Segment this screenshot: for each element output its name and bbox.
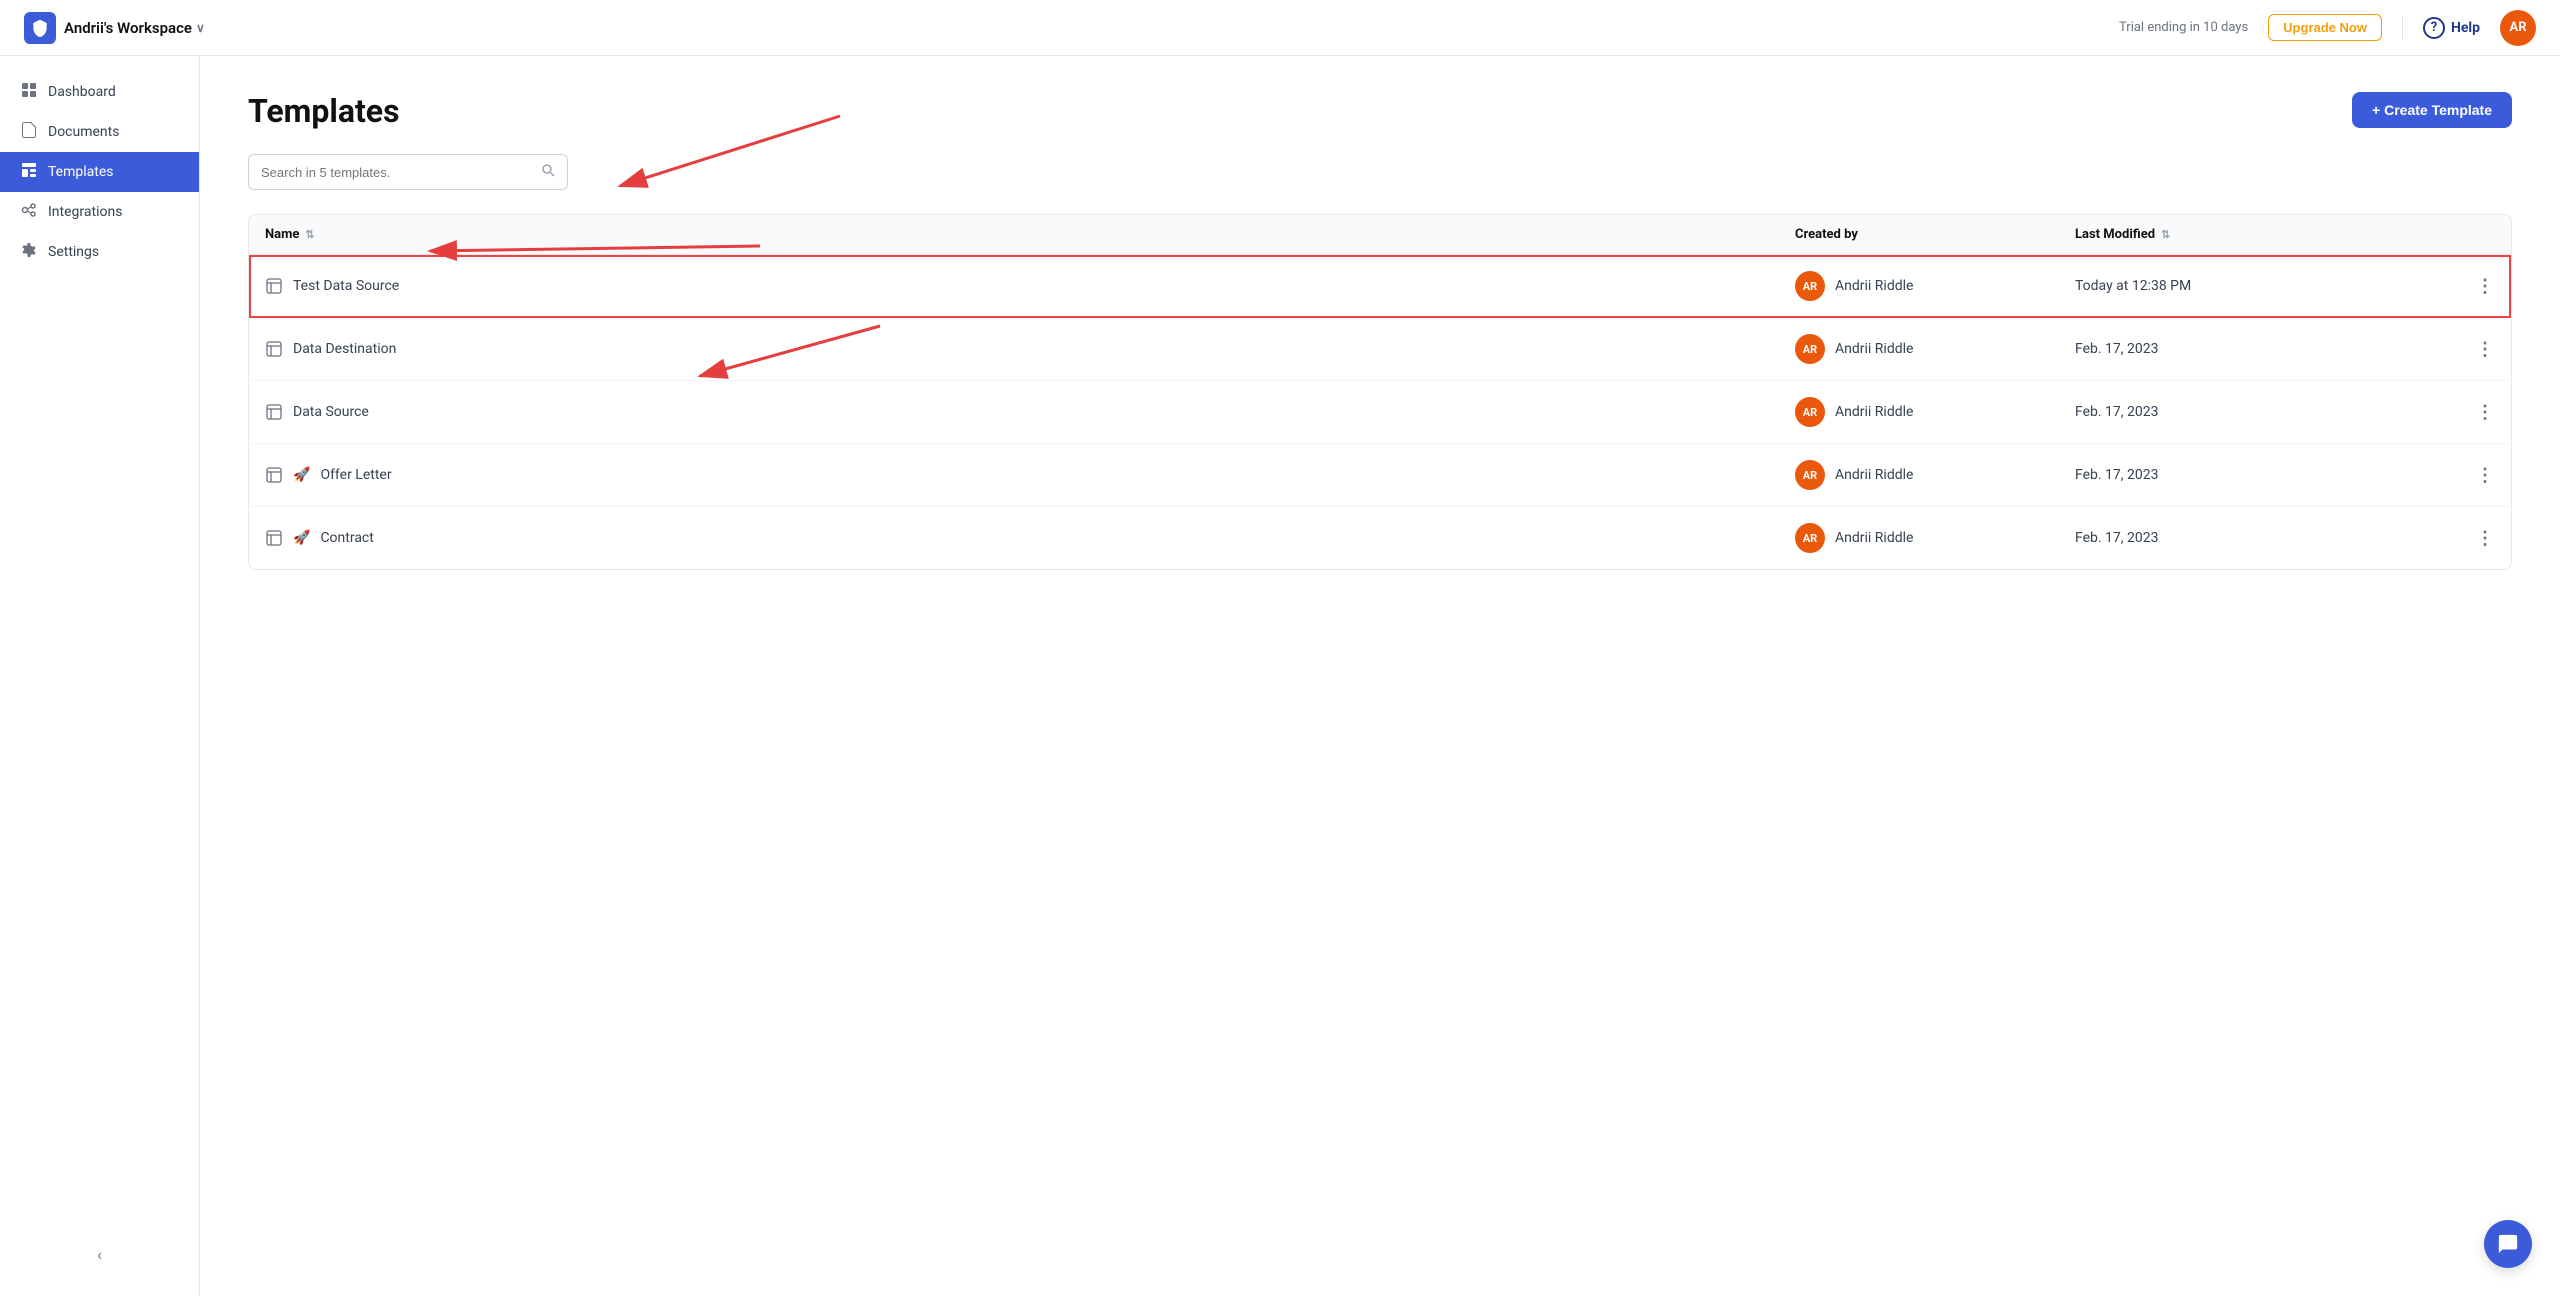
creator-name: Andrii Riddle [1835, 404, 1913, 420]
row-name-text: Contract [320, 530, 373, 546]
name-sort-icon[interactable]: ⇅ [305, 228, 314, 241]
table-row[interactable]: Test Data Source AR Andrii Riddle Today … [249, 255, 2511, 318]
row-creator: AR Andrii Riddle [1795, 397, 2075, 427]
search-icon [541, 163, 555, 181]
workspace-label: Andrii's Workspace [64, 19, 192, 37]
row-modified: Feb. 17, 2023 [2075, 404, 2455, 420]
sidebar-label-templates: Templates [48, 164, 114, 180]
row-creator: AR Andrii Riddle [1795, 523, 2075, 553]
row-modified: Feb. 17, 2023 [2075, 530, 2455, 546]
help-icon: ? [2423, 17, 2445, 39]
row-modified: Feb. 17, 2023 [2075, 467, 2455, 483]
trial-text: Trial ending in 10 days [2119, 20, 2248, 35]
sidebar-item-dashboard[interactable]: Dashboard [0, 72, 199, 112]
brand-logo[interactable] [24, 12, 56, 44]
navbar: Andrii's Workspace ∨ Trial ending in 10 … [0, 0, 2560, 56]
table-body: Test Data Source AR Andrii Riddle Today … [248, 255, 2512, 570]
row-name: Data Destination [265, 340, 1795, 358]
help-label: Help [2451, 20, 2480, 36]
sidebar-item-templates[interactable]: Templates [0, 152, 199, 192]
upgrade-button[interactable]: Upgrade Now [2268, 14, 2382, 41]
documents-icon [20, 122, 38, 142]
column-name: Name ⇅ [265, 227, 1795, 242]
dashboard-icon [20, 82, 38, 102]
creator-name: Andrii Riddle [1835, 341, 1913, 357]
creator-avatar: AR [1795, 397, 1825, 427]
sidebar-label-settings: Settings [48, 244, 99, 260]
row-emoji: 🚀 [293, 467, 310, 483]
search-container [248, 154, 568, 190]
app-layout: Dashboard Documents Templates Integratio… [0, 56, 2560, 1296]
row-emoji: 🚀 [293, 530, 310, 546]
table-row[interactable]: Data Source AR Andrii Riddle Feb. 17, 20… [249, 381, 2511, 444]
navbar-right: Trial ending in 10 days Upgrade Now ? He… [2119, 10, 2536, 46]
templates-table: Name ⇅ Created by Last Modified ⇅ Test D… [248, 214, 2512, 570]
table-row[interactable]: Data Destination AR Andrii Riddle Feb. 1… [249, 318, 2511, 381]
creator-avatar: AR [1795, 523, 1825, 553]
page-title: Templates [248, 92, 400, 130]
navbar-left: Andrii's Workspace ∨ [24, 12, 205, 44]
creator-name: Andrii Riddle [1835, 467, 1913, 483]
row-name-text: Data Source [293, 404, 369, 420]
sidebar-label-integrations: Integrations [48, 204, 122, 220]
template-row-icon [265, 277, 283, 295]
settings-icon [20, 242, 38, 262]
table-header: Name ⇅ Created by Last Modified ⇅ [248, 214, 2512, 255]
column-actions [2455, 227, 2495, 242]
table-row[interactable]: 🚀 Contract AR Andrii Riddle Feb. 17, 202… [249, 507, 2511, 569]
main-content: Templates + Create Template Name ⇅ Creat… [200, 56, 2560, 1296]
row-creator: AR Andrii Riddle [1795, 334, 2075, 364]
workspace-selector[interactable]: Andrii's Workspace ∨ [64, 19, 205, 37]
workspace-chevron: ∨ [196, 21, 205, 35]
row-menu-button[interactable]: ⋮ [2455, 402, 2495, 423]
template-row-icon [265, 403, 283, 421]
search-input[interactable] [261, 165, 537, 180]
sidebar: Dashboard Documents Templates Integratio… [0, 56, 200, 1296]
row-creator: AR Andrii Riddle [1795, 460, 2075, 490]
user-avatar[interactable]: AR [2500, 10, 2536, 46]
sidebar-label-dashboard: Dashboard [48, 84, 116, 100]
sidebar-item-integrations[interactable]: Integrations [0, 192, 199, 232]
creator-name: Andrii Riddle [1835, 278, 1913, 294]
sidebar-collapse-button[interactable]: ‹ [20, 1245, 179, 1264]
row-menu-button[interactable]: ⋮ [2455, 339, 2495, 360]
integrations-icon [20, 202, 38, 222]
row-modified: Today at 12:38 PM [2075, 278, 2455, 294]
row-name: Data Source [265, 403, 1795, 421]
sidebar-item-documents[interactable]: Documents [0, 112, 199, 152]
row-name-text: Offer Letter [320, 467, 391, 483]
row-name: 🚀 Offer Letter [265, 466, 1795, 484]
row-name-text: Test Data Source [293, 278, 399, 294]
row-name-text: Data Destination [293, 341, 396, 357]
table-row[interactable]: 🚀 Offer Letter AR Andrii Riddle Feb. 17,… [249, 444, 2511, 507]
row-name: 🚀 Contract [265, 529, 1795, 547]
templates-icon [20, 162, 38, 182]
sidebar-label-documents: Documents [48, 124, 119, 140]
help-button[interactable]: ? Help [2423, 17, 2480, 39]
modified-sort-icon[interactable]: ⇅ [2161, 228, 2170, 241]
row-menu-button[interactable]: ⋮ [2455, 528, 2495, 549]
page-header: Templates + Create Template [248, 92, 2512, 130]
template-row-icon [265, 340, 283, 358]
sidebar-item-settings[interactable]: Settings [0, 232, 199, 272]
chat-bubble-button[interactable] [2484, 1220, 2532, 1268]
navbar-divider [2402, 16, 2403, 40]
creator-avatar: AR [1795, 334, 1825, 364]
row-name: Test Data Source [265, 277, 1795, 295]
column-last-modified: Last Modified ⇅ [2075, 227, 2455, 242]
row-menu-button[interactable]: ⋮ [2455, 276, 2495, 297]
template-row-icon [265, 529, 283, 547]
row-menu-button[interactable]: ⋮ [2455, 465, 2495, 486]
template-row-icon [265, 466, 283, 484]
creator-avatar: AR [1795, 460, 1825, 490]
row-modified: Feb. 17, 2023 [2075, 341, 2455, 357]
column-created-by: Created by [1795, 227, 2075, 242]
creator-avatar: AR [1795, 271, 1825, 301]
create-template-button[interactable]: + Create Template [2352, 92, 2512, 128]
creator-name: Andrii Riddle [1835, 530, 1913, 546]
sidebar-bottom: ‹ [0, 1229, 199, 1280]
row-creator: AR Andrii Riddle [1795, 271, 2075, 301]
